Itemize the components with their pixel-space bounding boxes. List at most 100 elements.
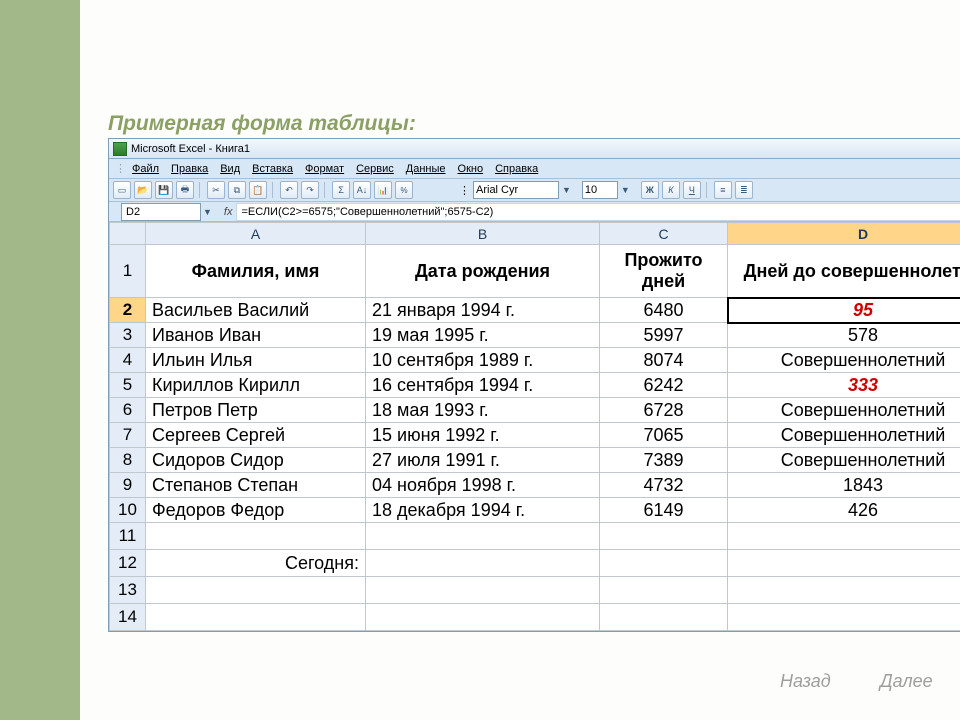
cell[interactable]: 27 июля 1991 г. (366, 448, 600, 473)
italic-button[interactable]: К (662, 181, 680, 199)
cell[interactable]: 04 ноября 1998 г. (366, 473, 600, 498)
cell[interactable]: Васильев Василий (146, 298, 366, 323)
cell[interactable]: 18 декабря 1994 г. (366, 498, 600, 523)
col-header-c[interactable]: C (600, 223, 728, 245)
open-icon[interactable]: 📂 (134, 181, 152, 199)
cell[interactable]: 18 мая 1993 г. (366, 398, 600, 423)
col-header-b[interactable]: B (366, 223, 600, 245)
row-header[interactable]: 1 (110, 245, 146, 298)
cell[interactable]: Степанов Степан (146, 473, 366, 498)
sum-icon[interactable]: Σ (332, 181, 350, 199)
row-header[interactable]: 6 (110, 398, 146, 423)
row-header[interactable]: 14 (110, 604, 146, 631)
cell[interactable]: 333 (728, 373, 960, 398)
sort-icon[interactable]: A↓ (353, 181, 371, 199)
cell[interactable]: 7389 (600, 448, 728, 473)
namebox-dropdown-icon[interactable]: ▼ (203, 207, 212, 217)
menu-window[interactable]: Окно (458, 163, 484, 175)
paste-icon[interactable]: 📋 (249, 181, 267, 199)
cell[interactable]: Иванов Иван (146, 323, 366, 348)
new-icon[interactable]: ▭ (113, 181, 131, 199)
row-header[interactable]: 7 (110, 423, 146, 448)
align-left-icon[interactable]: ≡ (714, 181, 732, 199)
cell[interactable]: Сидоров Сидор (146, 448, 366, 473)
row-header[interactable]: 4 (110, 348, 146, 373)
cell[interactable]: 21 января 1994 г. (366, 298, 600, 323)
row-header[interactable]: 13 (110, 577, 146, 604)
cell[interactable]: 6242 (600, 373, 728, 398)
cell[interactable]: 6728 (600, 398, 728, 423)
save-icon[interactable]: 💾 (155, 181, 173, 199)
cell[interactable]: 95 (728, 298, 960, 323)
dropdown-icon[interactable]: ▼ (621, 185, 630, 195)
row-header[interactable]: 3 (110, 323, 146, 348)
menu-edit[interactable]: Правка (171, 163, 208, 175)
cell[interactable]: Совершеннолетний (728, 348, 960, 373)
cell[interactable]: Петров Петр (146, 398, 366, 423)
menu-view[interactable]: Вид (220, 163, 240, 175)
copy-icon[interactable]: ⧉ (228, 181, 246, 199)
name-box[interactable] (121, 203, 201, 221)
cell[interactable]: 15 июня 1992 г. (366, 423, 600, 448)
fx-icon[interactable]: fx (224, 206, 233, 218)
cell[interactable]: Сергеев Сергей (146, 423, 366, 448)
bold-button[interactable]: Ж (641, 181, 659, 199)
chart-icon[interactable]: 📊 (374, 181, 392, 199)
cell[interactable]: 578 (728, 323, 960, 348)
cell[interactable]: Совершеннолетний (728, 398, 960, 423)
cell[interactable]: 6480 (600, 298, 728, 323)
nav-back[interactable]: Назад (780, 671, 831, 692)
grip-icon[interactable]: ⋮ (115, 162, 126, 175)
cell[interactable]: 1843 (728, 473, 960, 498)
row-header[interactable]: 12 (110, 550, 146, 577)
grip-icon[interactable]: ⋮ (459, 184, 470, 197)
cell[interactable]: Совершеннолетний (728, 423, 960, 448)
cell[interactable]: Совершеннолетний (728, 448, 960, 473)
menu-insert[interactable]: Вставка (252, 163, 293, 175)
nav-next[interactable]: Далее (880, 671, 933, 692)
menu-format[interactable]: Формат (305, 163, 344, 175)
header-cell[interactable]: Дата рождения (366, 245, 600, 298)
cell[interactable]: Кириллов Кирилл (146, 373, 366, 398)
cell[interactable]: 426 (728, 498, 960, 523)
undo-icon[interactable]: ↶ (280, 181, 298, 199)
formula-input[interactable] (236, 203, 960, 221)
row-header[interactable]: 10 (110, 498, 146, 523)
menu-tools[interactable]: Сервис (356, 163, 394, 175)
header-cell[interactable]: Дней до совершеннолетия (728, 245, 960, 298)
col-header-a[interactable]: A (146, 223, 366, 245)
dropdown-icon[interactable]: ▼ (562, 185, 571, 195)
cell[interactable]: 6149 (600, 498, 728, 523)
today-label[interactable]: Сегодня: (146, 550, 366, 577)
cell[interactable]: Ильин Илья (146, 348, 366, 373)
cell[interactable]: 10 сентября 1989 г. (366, 348, 600, 373)
font-size-select[interactable] (582, 181, 618, 199)
select-all-corner[interactable] (110, 223, 146, 245)
font-select[interactable] (473, 181, 559, 199)
menu-file[interactable]: Файл (132, 163, 159, 175)
title-bar[interactable]: Microsoft Excel - Книга1 (109, 139, 960, 159)
menu-help[interactable]: Справка (495, 163, 538, 175)
row-header[interactable]: 11 (110, 523, 146, 550)
zoom-icon[interactable]: % (395, 181, 413, 199)
cell[interactable]: 8074 (600, 348, 728, 373)
cell[interactable]: 19 мая 1995 г. (366, 323, 600, 348)
col-header-d[interactable]: D (728, 223, 960, 245)
menu-data[interactable]: Данные (406, 163, 446, 175)
print-icon[interactable]: 🖶 (176, 181, 194, 199)
cell[interactable]: 7065 (600, 423, 728, 448)
row-header[interactable]: 5 (110, 373, 146, 398)
spreadsheet-grid[interactable]: A B C D 1 Фамилия, имя Дата рождения Про… (109, 222, 960, 631)
row-header[interactable]: 2 (110, 298, 146, 323)
redo-icon[interactable]: ↷ (301, 181, 319, 199)
align-center-icon[interactable]: ≣ (735, 181, 753, 199)
header-cell[interactable]: Фамилия, имя (146, 245, 366, 298)
header-cell[interactable]: Прожито дней (600, 245, 728, 298)
cell[interactable]: Федоров Федор (146, 498, 366, 523)
cell[interactable]: 4732 (600, 473, 728, 498)
cell[interactable]: 5997 (600, 323, 728, 348)
cut-icon[interactable]: ✂ (207, 181, 225, 199)
row-header[interactable]: 9 (110, 473, 146, 498)
underline-button[interactable]: Ч (683, 181, 701, 199)
cell[interactable]: 16 сентября 1994 г. (366, 373, 600, 398)
